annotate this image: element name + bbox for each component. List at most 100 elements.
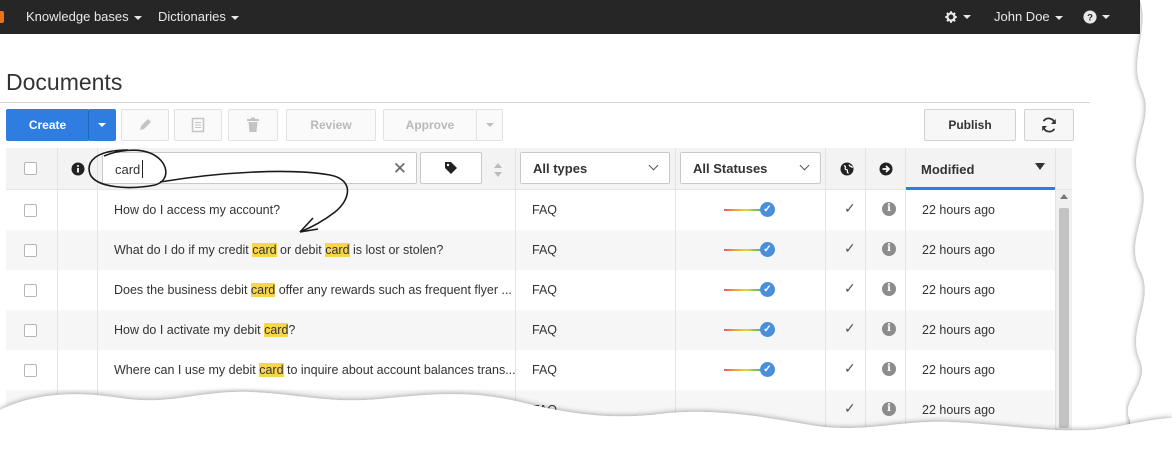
question-text[interactable]: What do I do if my credit card or debit … <box>114 243 443 257</box>
chevron-down-icon <box>799 160 810 171</box>
info-icon[interactable]: i <box>882 282 896 296</box>
row-checkbox[interactable] <box>24 364 37 377</box>
create-dropdown-toggle[interactable] <box>88 109 116 141</box>
create-button[interactable]: Create <box>6 109 89 141</box>
status-filter-select[interactable]: All Statuses <box>680 152 821 184</box>
type-filter-value: All types <box>533 161 588 176</box>
row-checkbox[interactable] <box>24 324 37 337</box>
nav-knowledge-bases-label: Knowledge bases <box>26 9 129 24</box>
clear-search-icon[interactable]: ✕ <box>393 159 407 179</box>
table-row[interactable]: Where can I use my debit card to inquire… <box>6 350 1056 390</box>
approve-dropdown-toggle[interactable] <box>476 109 503 141</box>
search-highlight: card <box>264 323 289 337</box>
search-input[interactable]: card ✕ <box>102 152 417 184</box>
modified-time: 22 hours ago <box>922 403 995 417</box>
document-type: FAQ <box>532 363 558 377</box>
chevron-down-icon <box>1054 15 1063 20</box>
tag-icon <box>445 162 457 174</box>
check-circle-icon: ✓ <box>760 202 775 217</box>
checkmark-icon: ✓ <box>844 360 856 376</box>
question-text-part: is lost or stolen? <box>349 243 444 257</box>
document-type: FAQ <box>532 283 558 297</box>
info-icon <box>71 162 85 176</box>
row-checkbox[interactable] <box>24 404 37 417</box>
check-circle-icon: ✓ <box>760 242 775 257</box>
question-text[interactable]: Does the business debit card offer any r… <box>114 283 512 297</box>
modified-time: 22 hours ago <box>922 363 995 377</box>
modified-column-header[interactable]: Modified <box>906 148 1055 190</box>
vertical-scrollbar[interactable] <box>1056 190 1072 448</box>
help-menu[interactable]: ? <box>1083 8 1110 24</box>
settings-menu[interactable] <box>944 8 971 24</box>
nav-dictionaries-label: Dictionaries <box>158 9 226 24</box>
chevron-down-icon <box>648 160 659 171</box>
question-circle-icon: ? <box>1083 10 1097 24</box>
check-circle-icon: ✓ <box>760 282 775 297</box>
question-text-part: offer any rewards such as frequent flyer… <box>275 283 512 297</box>
user-menu[interactable]: John Doe <box>994 9 1063 24</box>
row-checkbox[interactable] <box>24 204 37 217</box>
checkmark-icon: ✓ <box>844 320 856 336</box>
edit-button[interactable] <box>121 109 169 141</box>
divider <box>0 102 1090 103</box>
scrollbar-thumb[interactable] <box>1059 208 1069 428</box>
sort-icon[interactable] <box>493 162 503 178</box>
table-row[interactable]: What do I do if my credit card or debit … <box>6 230 1056 270</box>
column-divider <box>905 148 906 448</box>
brand-logo <box>0 11 4 23</box>
status-progress-line <box>724 329 764 331</box>
type-filter-select[interactable]: All types <box>520 152 670 184</box>
modified-time: 22 hours ago <box>922 323 995 337</box>
trash-icon <box>247 117 259 132</box>
question-text-part: How do I access my account? <box>114 203 281 217</box>
column-divider <box>57 148 58 448</box>
refresh-icon <box>1042 117 1056 133</box>
question-text-part: How do I activate my debit <box>114 323 265 337</box>
select-all-checkbox[interactable] <box>24 162 37 175</box>
checkmark-icon: ✓ <box>844 240 856 256</box>
tag-filter-button[interactable] <box>420 152 482 184</box>
row-checkbox[interactable] <box>24 244 37 257</box>
info-icon[interactable]: i <box>882 402 896 416</box>
chevron-down-icon <box>133 15 142 20</box>
refresh-button[interactable] <box>1024 109 1074 141</box>
nav-dictionaries[interactable]: Dictionaries <box>158 9 239 24</box>
page-title: Documents <box>6 69 123 95</box>
document-type: FAQ <box>532 323 558 337</box>
modified-label: Modified <box>921 162 975 177</box>
question-text-part: sing an ATM? <box>290 403 366 417</box>
question-text[interactable]: How do I activate my debit card? <box>114 323 295 337</box>
delete-button[interactable] <box>228 109 278 141</box>
gear-icon <box>945 10 957 23</box>
info-icon[interactable]: i <box>882 362 896 376</box>
pencil-icon <box>140 119 151 130</box>
question-text[interactable]: sing an ATM? <box>290 403 366 417</box>
publish-button[interactable]: Publish <box>924 109 1016 141</box>
info-icon[interactable]: i <box>882 202 896 216</box>
info-icon[interactable]: i <box>882 322 896 336</box>
row-checkbox[interactable] <box>24 284 37 297</box>
review-button[interactable]: Review <box>286 109 376 141</box>
status-progress-line <box>724 289 764 291</box>
sort-descending-icon <box>1035 163 1045 170</box>
table-row[interactable]: sing an ATM? FAQ ✓ i 22 hours ago <box>6 390 1056 430</box>
search-highlight: card <box>325 243 350 257</box>
chevron-down-icon <box>485 123 494 127</box>
table-row[interactable]: How do I access my account? FAQ ✓ ✓ i 22… <box>6 190 1056 230</box>
status-progress-line <box>724 249 764 251</box>
scroll-up-arrow-icon[interactable] <box>1060 194 1068 199</box>
chevron-down-icon <box>98 123 106 127</box>
search-input-value: card <box>115 162 141 177</box>
document-icon <box>191 117 205 133</box>
text-cursor <box>142 160 143 178</box>
user-name: John Doe <box>994 9 1050 24</box>
approve-button[interactable]: Approve <box>383 109 477 141</box>
info-icon[interactable]: i <box>882 242 896 256</box>
nav-knowledge-bases[interactable]: Knowledge bases <box>26 9 142 24</box>
table-row[interactable]: Does the business debit card offer any r… <box>6 270 1056 310</box>
view-document-button[interactable] <box>174 109 222 141</box>
question-text[interactable]: Where can I use my debit card to inquire… <box>114 363 516 377</box>
table-row[interactable]: How do I activate my debit card? FAQ ✓ ✓… <box>6 310 1056 350</box>
column-divider <box>825 148 826 448</box>
question-text[interactable]: How do I access my account? <box>114 203 280 217</box>
